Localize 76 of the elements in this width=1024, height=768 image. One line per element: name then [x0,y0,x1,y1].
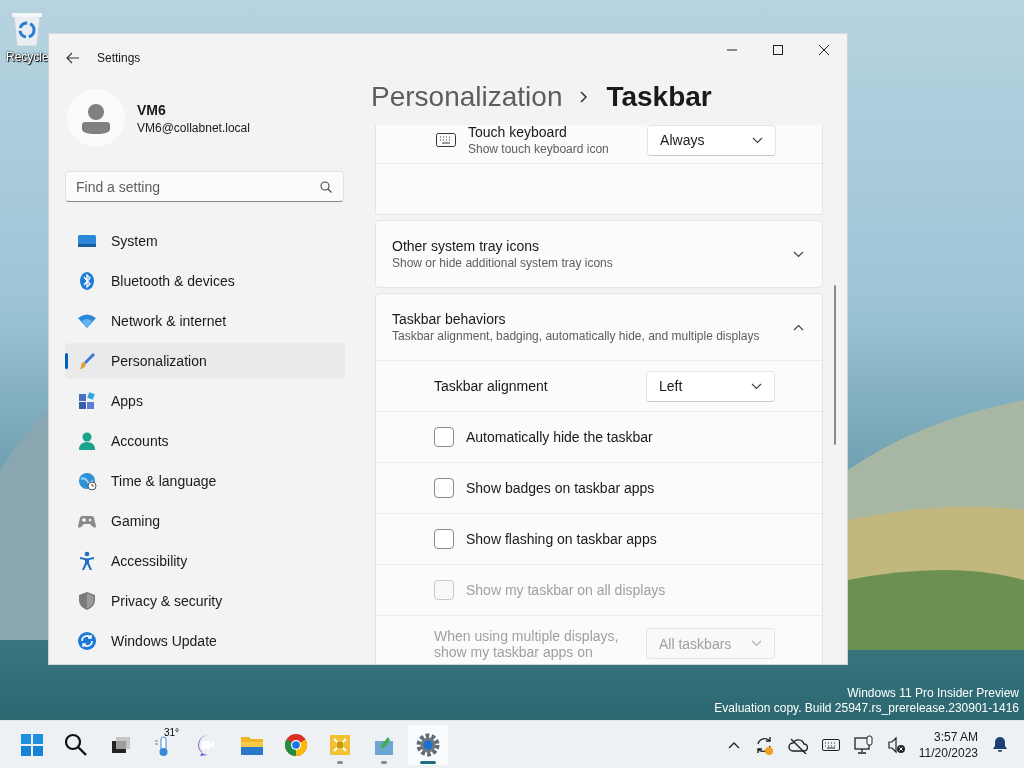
keyboard-button[interactable] [821,738,840,751]
nav-item[interactable]: Time & language [65,463,345,499]
chevron-down-icon [751,640,762,647]
bell-icon [992,736,1008,753]
scrollbar-thumb[interactable] [834,285,837,445]
page-title: Taskbar [606,80,712,113]
setting-title: Touch keyboard [468,125,568,140]
checkbox-label[interactable]: Show flashing on taskbar apps [466,531,657,547]
chevron-down-icon [792,250,804,258]
windows-logo-icon [20,732,44,757]
nav-item[interactable]: Personalization [65,343,345,379]
setting-label: When using multiple displays, show my taskbar apps on [434,628,620,660]
checkbox-label[interactable]: Show badges on taskbar apps [466,480,655,496]
chevron-up-button[interactable] [727,740,740,749]
speaker-muted-icon [886,735,905,754]
setting-description: Taskbar alignment, badging, automatically hide, and multiple displays [392,329,761,343]
back-arrow-icon [66,52,80,64]
breadcrumb-link[interactable]: Personalization [371,80,563,113]
nav-item[interactable]: Accounts [65,423,345,459]
search-icon [64,732,88,757]
browser-icon [284,732,308,757]
setting-title: Other system tray icons [392,238,541,254]
checkbox-label[interactable]: Automatically hide the taskbar [466,429,653,445]
user-name: VM6 [137,101,167,118]
dropdown[interactable]: Left [646,370,775,402]
sync-arrows-icon [77,631,97,651]
nav-item[interactable]: Gaming [65,503,345,539]
nav-item[interactable]: Privacy & security [65,583,345,619]
user-email: VM6@collabnet.local [137,120,250,135]
gear-icon [416,732,440,757]
person-icon [77,431,97,451]
accessibility-icon [77,551,97,571]
paintbrush-icon [77,351,97,371]
setting-label: Taskbar alignment [434,378,549,394]
checkbox[interactable] [434,478,454,498]
keyboard-icon [821,738,840,751]
chevron-down-icon [751,382,762,390]
build-info-text: Evaluation copy. Build 25947.rs_prerelease.230901-1416 [714,701,1019,716]
taskbar-button[interactable]: 31° [144,724,184,765]
shield-icon [77,591,97,611]
build-info-text: Windows 11 Pro Insider Preview [847,686,1019,701]
globe-clock-icon [77,471,97,491]
chevron-up-icon [727,740,740,749]
checkbox[interactable] [434,427,454,447]
nav-item[interactable]: System [65,223,345,259]
speaker-muted-button[interactable] [886,735,905,754]
network-computer-button[interactable] [853,735,873,754]
notifications-button[interactable] [992,736,1008,753]
window-title: Settings [97,51,141,65]
setting-description: Show touch keyboard icon [468,142,610,156]
chevron-right-icon [580,90,589,103]
bluetooth-icon [77,271,97,291]
setting-description: Show or hide additional system tray icons [392,256,614,270]
clock-date[interactable]: 11/20/2023 [918,744,978,761]
maximize-icon [773,45,783,55]
setting-title: Taskbar behaviors [392,311,507,327]
selection-indicator [65,353,68,369]
apps-grid-icon [77,391,97,411]
person-silhouette-icon [82,102,110,134]
clock-time[interactable]: 3:57 AM [933,728,978,745]
nav-item[interactable]: Windows Update [65,623,345,659]
search-icon [320,181,332,193]
network-computer-icon [853,735,873,754]
close-icon [819,45,829,55]
chevron-up-icon [792,323,804,331]
search-field[interactable]: Find a setting [65,171,344,202]
nav-item[interactable]: Bluetooth & devices [65,263,345,299]
nav-item[interactable]: Accessibility [65,543,345,579]
checkbox[interactable] [434,529,454,549]
chevron-down-icon [752,136,764,144]
weather-temperature: 31° [164,726,180,738]
crossed-square-app-icon [328,732,352,757]
nav-item[interactable]: Apps [65,383,345,419]
keyboard-icon [436,133,456,147]
dropdown[interactable]: Always [647,125,777,156]
nav-item[interactable]: Network & internet [65,303,345,339]
